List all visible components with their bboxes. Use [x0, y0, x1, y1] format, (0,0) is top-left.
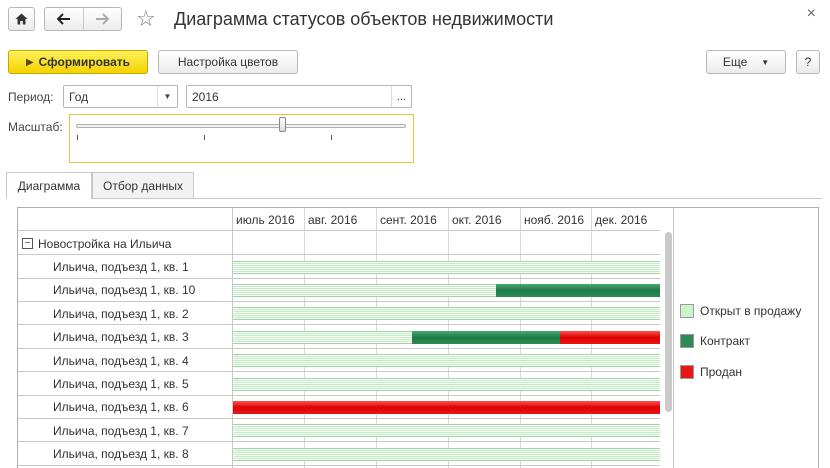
gantt-bar-open[interactable]: [233, 260, 660, 274]
tab-data-filter-label: Отбор данных: [103, 178, 183, 193]
month-header: нояб. 2016: [520, 208, 591, 231]
scale-label: Масштаб:: [8, 120, 63, 134]
gantt-bar-sold[interactable]: [560, 330, 660, 344]
gantt-chart: июль 2016 авг. 2016 сент. 2016 окт. 2016…: [17, 207, 819, 468]
month-header: окт. 2016: [448, 208, 520, 231]
row-label: Ильича, подъезд 1, кв. 5: [53, 377, 189, 391]
help-label: ?: [804, 55, 812, 69]
gantt-bar-sold[interactable]: [233, 400, 660, 414]
gantt-row[interactable]: Ильича, подъезд 1, кв. 10: [18, 279, 660, 302]
gantt-row[interactable]: Ильича, подъезд 1, кв. 7: [18, 419, 660, 443]
tab-underline: [6, 198, 822, 199]
gantt-row[interactable]: Ильича, подъезд 1, кв. 6: [18, 396, 660, 419]
gantt-row[interactable]: Ильича, подъезд 1, кв. 1: [18, 256, 660, 279]
period-label: Период:: [8, 90, 54, 104]
legend-swatch: [680, 304, 694, 318]
slider-track: [76, 124, 406, 128]
gantt-header: июль 2016 авг. 2016 сент. 2016 окт. 2016…: [18, 208, 660, 231]
help-button[interactable]: ?: [796, 50, 820, 74]
generate-button[interactable]: ▶ Сформировать: [8, 50, 148, 74]
arrow-left-icon: [56, 13, 70, 25]
chevron-down-icon: ▼: [761, 57, 770, 67]
month-header: июль 2016: [232, 208, 304, 231]
back-button[interactable]: [45, 8, 83, 30]
legend-label: Открыт в продажу: [700, 304, 802, 318]
tab-diagram[interactable]: Диаграмма: [6, 172, 92, 199]
star-icon[interactable]: ☆: [136, 7, 156, 31]
slider-tick: [204, 135, 205, 140]
collapse-icon[interactable]: −: [22, 238, 33, 249]
gantt-bar-open[interactable]: [233, 354, 660, 368]
slider-thumb[interactable]: [278, 117, 286, 132]
period-select[interactable]: Год ▼: [63, 85, 178, 108]
month-header: авг. 2016: [304, 208, 376, 231]
gantt-bar-open[interactable]: [233, 377, 660, 391]
more-label: Еще: [722, 55, 748, 69]
slider-tick: [331, 135, 332, 140]
close-icon[interactable]: ×: [807, 5, 816, 23]
gantt-bar-open[interactable]: [233, 447, 660, 461]
year-field[interactable]: 2016 ...: [186, 85, 412, 108]
row-label: Ильича, подъезд 1, кв. 6: [53, 400, 189, 415]
row-label: Ильича, подъезд 1, кв. 3: [53, 330, 189, 345]
tab-diagram-label: Диаграмма: [17, 179, 81, 193]
group-row[interactable]: − Новостройка на Ильича: [18, 232, 660, 255]
vertical-scrollbar[interactable]: [664, 232, 673, 468]
window-header: ☆ Диаграмма статусов объектов недвижимос…: [0, 0, 830, 42]
gantt-bar-open[interactable]: [233, 283, 497, 297]
legend: Открыт в продажу Контракт Продан: [673, 208, 818, 468]
generate-button-label: Сформировать: [38, 55, 131, 69]
row-label: Ильича, подъезд 1, кв. 8: [53, 447, 189, 462]
scrollbar-thumb[interactable]: [665, 232, 672, 412]
legend-item-open: Открыт в продажу: [680, 304, 801, 318]
gantt-row[interactable]: Ильича, подъезд 1, кв. 8: [18, 443, 660, 466]
gantt-row[interactable]: Ильича, подъезд 1, кв. 5: [18, 373, 660, 396]
legend-label: Контракт: [700, 334, 751, 348]
tab-data-filter[interactable]: Отбор данных: [92, 172, 194, 198]
color-settings-button[interactable]: Настройка цветов: [158, 50, 298, 74]
legend-label: Продан: [700, 365, 743, 379]
slider-tick: [77, 135, 78, 140]
gantt-bar-open[interactable]: [233, 424, 660, 438]
gantt-row[interactable]: Ильича, подъезд 1, кв. 4: [18, 349, 660, 373]
chevron-down-icon[interactable]: ▼: [157, 86, 177, 107]
color-settings-label: Настройка цветов: [177, 55, 279, 69]
play-icon: ▶: [25, 56, 34, 68]
group-label: − Новостройка на Ильича: [22, 232, 171, 255]
row-label: Ильича, подъезд 1, кв. 4: [53, 353, 189, 368]
page-title: Диаграмма статусов объектов недвижимости: [174, 9, 554, 29]
scale-slider[interactable]: [69, 114, 414, 163]
history-nav-group: [44, 7, 122, 31]
period-value: Год: [69, 89, 89, 104]
choose-button[interactable]: ...: [391, 86, 411, 107]
more-button[interactable]: Еще ▼: [706, 50, 786, 74]
gantt-bar-contract[interactable]: [412, 330, 561, 344]
gantt-bar-open[interactable]: [233, 330, 413, 344]
group-name: Новостройка на Ильича: [38, 236, 172, 251]
gantt-row[interactable]: Ильича, подъезд 1, кв. 3: [18, 326, 660, 349]
legend-swatch: [680, 365, 694, 379]
gantt-bar-contract[interactable]: [496, 283, 660, 297]
legend-item-contract: Контракт: [680, 334, 750, 348]
legend-swatch: [680, 334, 694, 348]
row-label: Ильича, подъезд 1, кв. 1: [53, 260, 189, 274]
gantt-bar-open[interactable]: [233, 307, 660, 321]
row-label: Ильича, подъезд 1, кв. 2: [53, 306, 189, 321]
row-label: Ильича, подъезд 1, кв. 7: [53, 423, 189, 438]
home-icon: [15, 13, 28, 25]
home-button[interactable]: [8, 7, 35, 31]
gantt-row[interactable]: Ильича, подъезд 1, кв. 2: [18, 302, 660, 326]
month-header: дек. 2016: [591, 208, 660, 231]
row-label: Ильича, подъезд 1, кв. 10: [53, 283, 196, 298]
forward-button[interactable]: [83, 8, 121, 30]
legend-item-sold: Продан: [680, 365, 742, 379]
year-value: 2016: [192, 89, 219, 104]
month-header: сент. 2016: [376, 208, 448, 231]
arrow-right-icon: [96, 13, 110, 25]
